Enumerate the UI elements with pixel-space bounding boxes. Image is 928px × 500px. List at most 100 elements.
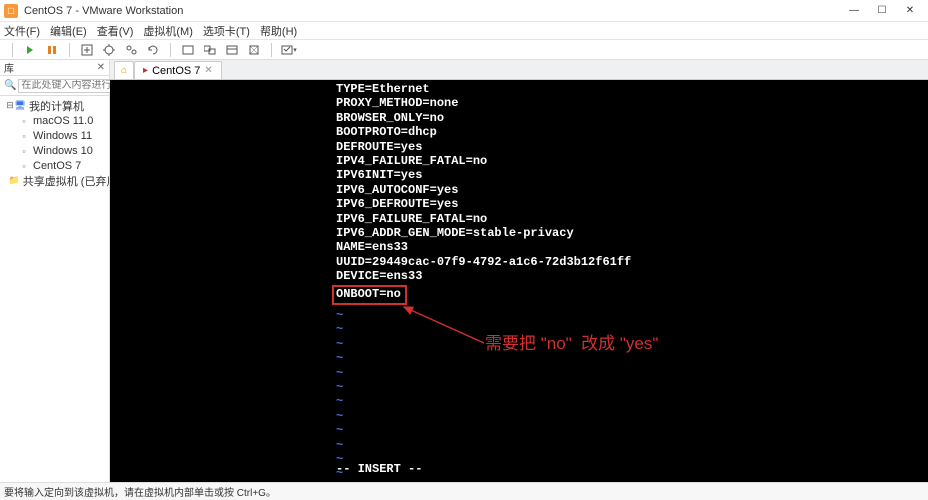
window-title: CentOS 7 - VMware Workstation [24, 5, 840, 17]
annotation-arrow [398, 303, 488, 351]
tree-item-win11[interactable]: ▫ Windows 11 [0, 128, 109, 143]
terminal-content: TYPE=Ethernet PROXY_METHOD=none BROWSER_… [336, 82, 631, 305]
separator [12, 43, 13, 57]
shared-icon: 📁 [9, 176, 20, 186]
vm-icon: ▫ [18, 116, 30, 126]
home-icon: ⌂ [121, 65, 127, 76]
vi-tilde: ~ [336, 394, 343, 408]
config-line: UUID=29449cac-07f9-4792-a1c6-72d3b12f61f… [336, 255, 631, 269]
tree-item-label: CentOS 7 [33, 160, 81, 172]
config-line: PROXY_METHOD=none [336, 96, 631, 110]
config-line: IPV6_DEFROUTE=yes [336, 197, 631, 211]
vi-tilde: ~ [336, 366, 343, 380]
revert-button[interactable] [144, 42, 162, 58]
toolbar: ▾ [0, 40, 928, 60]
menu-file[interactable]: 文件(F) [4, 23, 40, 39]
unity-button[interactable] [201, 42, 219, 58]
tree-item-win10[interactable]: ▫ Windows 10 [0, 143, 109, 158]
library-sidebar: 库 ✕ 🔍 ▾ ⊟ 🖥 我的计算机 ▫ macOS 11.0 ▫ Windows… [0, 60, 110, 482]
tree-item-macos[interactable]: ▫ macOS 11.0 [0, 113, 109, 128]
tab-close-button[interactable]: ✕ [204, 65, 212, 76]
config-line: IPV4_FAILURE_FATAL=no [336, 154, 631, 168]
sidebar-header: 库 ✕ [0, 60, 109, 76]
sidebar-close-button[interactable]: ✕ [97, 62, 105, 73]
tab-home[interactable]: ⌂ [114, 61, 134, 79]
annotation-text: 需要把 "no" 改成 "yes" [485, 334, 658, 354]
sidebar-title: 库 [4, 60, 97, 75]
vi-mode-indicator: -- INSERT -- [336, 462, 422, 476]
tree-item-shared[interactable]: 📁 共享虚拟机 (已弃用) [0, 173, 109, 188]
vi-tilde: ~ [336, 409, 343, 423]
config-line: IPV6_FAILURE_FATAL=no [336, 212, 631, 226]
separator [271, 43, 272, 57]
vm-console-terminal[interactable]: TYPE=Ethernet PROXY_METHOD=none BROWSER_… [110, 80, 928, 482]
tree-item-label: Windows 11 [33, 130, 92, 142]
pause-button[interactable] [43, 42, 61, 58]
computer-icon: 🖥 [14, 101, 26, 111]
tree-item-label: Windows 10 [33, 145, 93, 157]
main-area: 库 ✕ 🔍 ▾ ⊟ 🖥 我的计算机 ▫ macOS 11.0 ▫ Windows… [0, 60, 928, 482]
status-text: 要将输入定向到该虚拟机，请在虚拟机内部单击或按 Ctrl+G。 [4, 484, 276, 499]
vi-tilde: ~ [336, 351, 343, 365]
menu-view[interactable]: 查看(V) [97, 23, 134, 39]
expand-toggle[interactable]: ⊟ [6, 100, 14, 111]
config-line: IPV6_ADDR_GEN_MODE=stable-privacy [336, 226, 631, 240]
menu-help[interactable]: 帮助(H) [260, 23, 297, 39]
separator [69, 43, 70, 57]
vm-icon: ▫ [18, 131, 30, 141]
onboot-highlight: ONBOOT=no [332, 285, 407, 304]
tree-item-label: macOS 11.0 [33, 115, 93, 127]
vi-tilde: ~ [336, 423, 343, 437]
tree-item-mycomputer[interactable]: ⊟ 🖥 我的计算机 [0, 98, 109, 113]
config-line: NAME=ens33 [336, 240, 631, 254]
menu-tabs[interactable]: 选项卡(T) [203, 23, 250, 39]
menu-vm[interactable]: 虚拟机(M) [143, 23, 193, 39]
vm-tree: ⊟ 🖥 我的计算机 ▫ macOS 11.0 ▫ Windows 11 ▫ Wi… [0, 96, 109, 482]
vi-tilde: ~ [336, 337, 343, 351]
menu-edit[interactable]: 编辑(E) [50, 23, 87, 39]
config-line-onboot: ONBOOT=no [336, 285, 631, 304]
config-line: TYPE=Ethernet [336, 82, 631, 96]
vi-tilde-column: ~~~~~~~~~~~~~~~~ [336, 308, 343, 482]
window-controls: — ☐ ✕ [840, 1, 924, 21]
vi-tilde: ~ [336, 380, 343, 394]
maximize-button[interactable]: ☐ [868, 1, 896, 21]
separator [170, 43, 171, 57]
minimize-button[interactable]: — [840, 1, 868, 21]
tree-item-centos7[interactable]: ▫ CentOS 7 [0, 158, 109, 173]
stretch-button[interactable] [245, 42, 263, 58]
vm-icon: ▸ [143, 65, 148, 76]
search-icon: 🔍 [4, 80, 16, 91]
tabstrip: ⌂ ▸ CentOS 7 ✕ [110, 60, 928, 80]
tools-button[interactable]: ▾ [280, 42, 298, 58]
config-line: BROWSER_ONLY=no [336, 111, 631, 125]
vi-tilde: ~ [336, 308, 343, 322]
vm-icon: ▫ [18, 161, 30, 171]
content-area: ⌂ ▸ CentOS 7 ✕ TYPE=Ethernet PROXY_METHO… [110, 60, 928, 482]
config-line: BOOTPROTO=dhcp [336, 125, 631, 139]
vm-icon: ▫ [18, 146, 30, 156]
snapshot-manager-button[interactable] [122, 42, 140, 58]
menubar: 文件(F) 编辑(E) 查看(V) 虚拟机(M) 选项卡(T) 帮助(H) [0, 22, 928, 40]
titlebar: ▢ CentOS 7 - VMware Workstation — ☐ ✕ [0, 0, 928, 22]
config-line: IPV6_AUTOCONF=yes [336, 183, 631, 197]
config-line: IPV6INIT=yes [336, 168, 631, 182]
fullscreen-button[interactable] [179, 42, 197, 58]
tab-label: CentOS 7 [152, 65, 200, 77]
config-line: DEFROUTE=yes [336, 140, 631, 154]
vi-tilde: ~ [336, 481, 343, 482]
vi-tilde: ~ [336, 322, 343, 336]
tree-item-label: 我的计算机 [29, 98, 84, 114]
snapshot-button[interactable] [100, 42, 118, 58]
statusbar: 要将输入定向到该虚拟机，请在虚拟机内部单击或按 Ctrl+G。 [0, 482, 928, 500]
close-button[interactable]: ✕ [896, 1, 924, 21]
console-view-button[interactable] [223, 42, 241, 58]
tree-item-label: 共享虚拟机 (已弃用) [23, 173, 109, 189]
app-icon: ▢ [4, 4, 18, 18]
power-on-button[interactable] [21, 42, 39, 58]
send-ctrl-alt-del-button[interactable] [78, 42, 96, 58]
sidebar-search: 🔍 ▾ [0, 76, 109, 96]
vi-tilde: ~ [336, 438, 343, 452]
config-line: DEVICE=ens33 [336, 269, 631, 283]
tab-centos7[interactable]: ▸ CentOS 7 ✕ [134, 61, 222, 79]
